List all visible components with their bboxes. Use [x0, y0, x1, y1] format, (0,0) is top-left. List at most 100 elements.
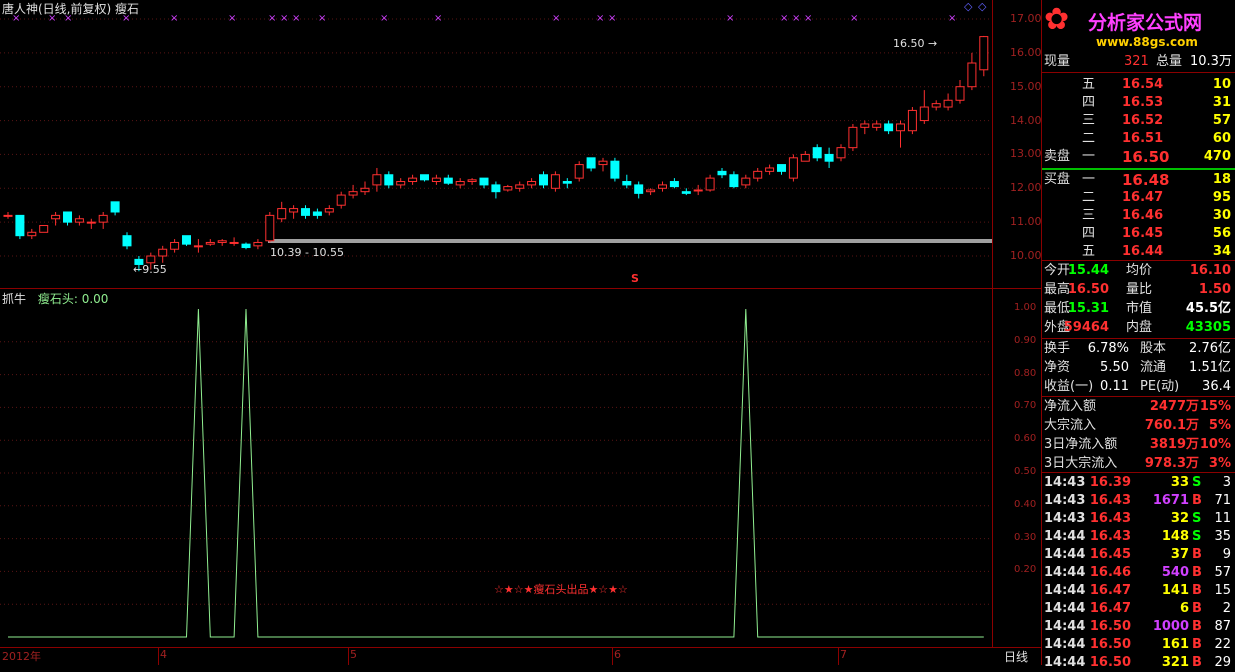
flower-icon: ✿: [1044, 2, 1070, 37]
candle-body: [503, 186, 513, 191]
candle-body: [27, 231, 37, 237]
signal-marker: ×: [268, 13, 276, 24]
candle-body: [586, 157, 596, 169]
tick-row: 14:44 16.45 37 B 9: [1044, 547, 1231, 562]
signal-marker: ×: [48, 13, 56, 24]
stat-row: 今开 15.44 均价 16.10: [1044, 263, 1231, 278]
candle-body: [979, 36, 989, 71]
signal-marker: ×: [64, 13, 72, 24]
watermark-text: ☆★☆★瘦石头出品★☆★☆: [494, 583, 628, 596]
bid-row: 买盘一 16.48 18: [1044, 171, 1231, 189]
indicator-tick-label: 0.50: [1014, 466, 1037, 477]
candle-body: [812, 147, 822, 159]
candlestick-chart[interactable]: × × × × × × × × × × × × × × × × × × × × ×: [0, 0, 992, 288]
logo[interactable]: ✿ 分析家公式网 www.88gs.com: [1042, 0, 1235, 52]
candle-body: [431, 177, 441, 183]
stat-row: 最低 15.31 市值 45.5亿: [1044, 301, 1231, 316]
volume-row: 现量 321 总量 10.3万: [1044, 54, 1232, 69]
candle-body: [622, 181, 632, 186]
candle-body: [265, 214, 275, 242]
signal-marker: ×: [726, 13, 734, 24]
signal-marker: ×: [552, 13, 560, 24]
candle-body: [872, 123, 882, 128]
candle-body: [824, 153, 834, 162]
candle-body: [788, 157, 798, 179]
tick-row: 14:44 16.50 161 B 22: [1044, 637, 1231, 652]
candle-body: [3, 214, 13, 217]
candle-body: [122, 235, 132, 247]
signal-marker: ×: [122, 13, 130, 24]
candle-body: [289, 208, 299, 213]
signal-marker: ×: [228, 13, 236, 24]
candle-body: [765, 167, 775, 172]
candle-body: [943, 99, 953, 108]
candle-body: [717, 170, 727, 176]
candle-body: [705, 177, 715, 191]
signal-marker: ×: [12, 13, 20, 24]
x-label-month: 6: [614, 648, 621, 661]
period-button[interactable]: 日线: [1004, 648, 1028, 665]
tick-row: 14:43 16.43 32 S 11: [1044, 511, 1231, 526]
candle-body: [420, 174, 429, 181]
x-label-year: 2012年: [2, 650, 41, 663]
candle-body: [98, 214, 108, 223]
candle-body: [860, 123, 870, 128]
candle-body: [158, 248, 168, 257]
candle-body: [610, 160, 620, 179]
candle-body: [919, 106, 929, 122]
candle-body: [539, 174, 548, 186]
candle-body: [146, 255, 156, 264]
signal-marker: ×: [292, 13, 300, 24]
candle-body: [562, 181, 572, 184]
signal-marker: ×: [170, 13, 178, 24]
signal-marker: ×: [608, 13, 616, 24]
bid-row: 四 16.45 56: [1082, 226, 1231, 241]
indicator-tick-label: 1.00: [1014, 302, 1037, 313]
candle-body: [396, 181, 406, 186]
price-tick-label: 11.00: [1010, 215, 1042, 229]
candle-body: [312, 211, 322, 216]
candle-body: [729, 174, 739, 188]
candle-body: [63, 211, 72, 223]
x-label-month: 7: [840, 648, 847, 661]
price-tick-label: 14.00: [1010, 113, 1042, 127]
price-tick-label: 15.00: [1010, 79, 1042, 93]
candle-body: [681, 191, 691, 194]
candle-body: [907, 109, 917, 132]
indicator-tick-label: 0.70: [1014, 400, 1037, 412]
low-annotation: ←9.55: [133, 263, 167, 276]
bid-row: 二 16.47 95: [1082, 190, 1231, 205]
candle-body: [241, 243, 251, 249]
candle-body: [777, 164, 786, 172]
bid-row: 三 16.46 30: [1082, 208, 1231, 223]
signal-marker: ×: [596, 13, 604, 24]
x-label-month: 4: [160, 648, 167, 661]
logo-url: www.88gs.com: [1096, 35, 1198, 49]
price-tick-label: 13.00: [1010, 147, 1042, 161]
signal-marker: ×: [280, 13, 288, 24]
tick-row: 14:43 16.39 33 S 3: [1044, 475, 1231, 490]
candle-body: [598, 160, 608, 166]
candle-body: [110, 201, 120, 213]
signal-marker: ×: [434, 13, 442, 24]
candle-body: [693, 189, 703, 192]
x-axis-border: [0, 647, 1041, 648]
high-annotation: 16.50 →: [893, 37, 938, 50]
candle-body: [479, 177, 489, 186]
flow-row: 净流入额 2477万 15%: [1044, 399, 1231, 414]
signal-marker: ×: [804, 13, 812, 24]
bid-row: 五 16.44 34: [1082, 244, 1231, 259]
candle-body: [967, 62, 977, 88]
tick-row: 14:44 16.47 141 B 15: [1044, 583, 1231, 598]
candle-body: [848, 126, 858, 149]
candle-body: [324, 208, 334, 213]
candle-body: [51, 214, 61, 220]
indicator-tick-label: 0.30: [1014, 531, 1037, 543]
stat-row: 最高 16.50 量比 1.50: [1044, 282, 1231, 297]
candle-body: [455, 181, 465, 186]
tick-row: 14:44 16.50 1000 B 87: [1044, 619, 1231, 634]
candle-body: [467, 179, 477, 183]
candle-body: [15, 214, 25, 237]
tick-row: 14:43 16.43 1671 B 71: [1044, 493, 1231, 508]
indicator-tick-label: 0.90: [1014, 334, 1037, 346]
